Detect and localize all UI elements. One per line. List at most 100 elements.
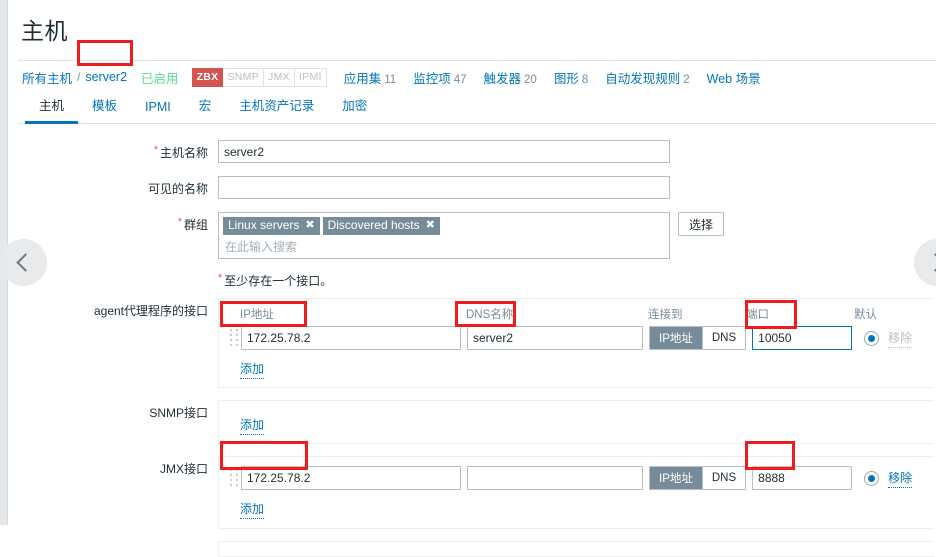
link-triggers[interactable]: 触发器 20 [484, 68, 537, 87]
remove-group-linux-servers-icon[interactable]: ✖ [305, 218, 314, 233]
host-status-label[interactable]: 已启用 [141, 68, 179, 87]
group-chip-discovered-hosts-label: Discovered hosts [327, 218, 420, 232]
jmx-dns-input[interactable] [467, 466, 643, 490]
badge-snmp[interactable]: SNMP [223, 67, 265, 87]
page-root: 主机 所有主机 / server2 已启用 ZBX SNMP JMX IPMI … [0, 0, 936, 557]
interfaces-hint-spacer [18, 272, 218, 289]
column-header-port-agent: 端口 [746, 309, 769, 321]
collapse-sidebar-left-button[interactable] [0, 239, 47, 286]
groups-search-placeholder[interactable]: 在此输入搜索 [223, 235, 665, 255]
snmp-add-interface-link[interactable]: 添加 [240, 416, 265, 435]
badge-jmx[interactable]: JMX [264, 67, 295, 87]
host-name-input[interactable] [218, 140, 670, 163]
link-items-label: 监控项 [413, 71, 451, 86]
agent-port-input[interactable] [752, 326, 853, 350]
link-graphs[interactable]: 图形 8 [554, 68, 588, 87]
select-groups-button[interactable]: 选择 [678, 212, 725, 236]
link-applications-label: 应用集 [343, 71, 382, 86]
label-jmx-interface: JMX接口 [159, 462, 208, 476]
agent-interface-section: agent代理程序的接口 IP地址 DNS名称 连接到 端口 默认 IP地址 D… [18, 298, 936, 388]
remove-group-discovered-hosts-icon[interactable]: ✖ [426, 218, 435, 233]
tab-inventory[interactable]: 主机资产记录 [225, 91, 328, 124]
required-marker-interfaces: * [218, 272, 223, 284]
link-discovery-rules[interactable]: 自动发现规则 2 [605, 68, 689, 87]
jmx-port-input[interactable] [752, 466, 853, 490]
tab-ipmi[interactable]: IPMI [131, 96, 185, 124]
groups-multiselect[interactable]: Linux servers ✖ Discovered hosts ✖ 在此输入搜… [218, 212, 670, 259]
interfaces-hint-text: 至少存在一个接口。 [224, 274, 333, 288]
jmx-connect-to-ip-option[interactable]: IP地址 [650, 467, 702, 489]
link-triggers-label: 触发器 [483, 71, 522, 86]
agent-interface-row: IP地址 DNS 移除 [229, 325, 934, 351]
agent-add-interface-link[interactable]: 添加 [240, 360, 265, 379]
link-items[interactable]: 监控项 47 [413, 68, 466, 87]
link-web-scenarios[interactable]: Web 场景 [707, 68, 761, 87]
field-row-visible-name: 可见的名称 [18, 176, 936, 199]
label-snmp-interface: SNMP接口 [149, 406, 208, 420]
jmx-add-interface-link[interactable]: 添加 [240, 500, 265, 519]
agent-connect-to-ip-option[interactable]: IP地址 [650, 327, 702, 349]
field-row-groups: * 群组 Linux servers ✖ Discovered hosts ✖ 在… [18, 212, 936, 259]
label-groups: * 群组 [18, 212, 218, 233]
agent-default-radio[interactable] [864, 330, 880, 346]
section-spacer-1 [18, 388, 936, 400]
jmx-ip-input[interactable] [241, 466, 461, 490]
snmp-interface-section: SNMP接口 添加 [18, 400, 936, 444]
column-header-connectto-agent: 连接到 [648, 309, 683, 321]
jmx-interface-section: JMX接口 IP地址 DNS 移除 添加 [18, 456, 936, 529]
jmx-default-radio[interactable] [864, 470, 880, 486]
agent-ip-input[interactable] [241, 326, 461, 350]
agent-remove-link: 移除 [888, 329, 913, 348]
link-applications-count: 11 [384, 73, 397, 86]
drag-handle-icon-jmx[interactable] [229, 467, 240, 489]
visible-name-input[interactable] [218, 176, 670, 199]
required-marker-groups: * [177, 216, 182, 228]
tab-templates[interactable]: 模板 [78, 91, 131, 124]
snmp-interface-box: 添加 [218, 400, 934, 444]
agent-connect-to-dns-option[interactable]: DNS [701, 327, 746, 349]
interface-badges: ZBX SNMP JMX IPMI [191, 67, 327, 87]
breadcrumb-all-hosts[interactable]: 所有主机 [22, 68, 72, 87]
agent-dns-input[interactable] [467, 326, 643, 350]
group-chip-linux-servers-label: Linux servers [228, 218, 300, 232]
group-chip-discovered-hosts[interactable]: Discovered hosts ✖ [322, 217, 440, 235]
chevron-left-icon [16, 253, 35, 272]
breadcrumb-current-host: server2 [85, 70, 128, 84]
badge-ipmi[interactable]: IPMI [294, 67, 327, 87]
interfaces-hint: * 至少存在一个接口。 [218, 272, 332, 289]
link-graphs-label: 图形 [553, 71, 579, 86]
host-form: *主机名称 可见的名称 *群组 Linux servers ✖ Di [18, 124, 936, 557]
link-triggers-count: 20 [524, 73, 537, 86]
badge-zbx[interactable]: ZBX [191, 67, 224, 87]
label-agent-interface: agent代理程序的接口 [93, 304, 208, 318]
field-row-host-name: * 主机名称 [18, 140, 936, 163]
tab-bar: 主机 模板 IPMI 宏 主机资产记录 加密 [18, 93, 936, 124]
agent-connect-to-toggle[interactable]: IP地址 DNS [649, 326, 747, 350]
jmx-remove-link[interactable]: 移除 [888, 469, 913, 488]
label-groups-text: 群组 [183, 218, 208, 232]
label-ipmi-interface [18, 541, 218, 545]
groups-chip-list: Linux servers ✖ Discovered hosts ✖ [223, 217, 665, 235]
column-header-default-agent: 默认 [854, 309, 877, 321]
agent-interface-column-headers: IP地址 DNS名称 连接到 端口 默认 [229, 305, 934, 323]
section-spacer-3 [18, 529, 936, 541]
jmx-interface-box: IP地址 DNS 移除 添加 [218, 456, 934, 529]
jmx-interface-row: IP地址 DNS 移除 [229, 465, 934, 491]
tab-host[interactable]: 主机 [25, 91, 79, 124]
column-header-dns-agent: DNS名称 [466, 309, 514, 321]
drag-handle-icon-agent[interactable] [229, 327, 240, 349]
tab-macros[interactable]: 宏 [185, 91, 226, 124]
jmx-connect-to-dns-option[interactable]: DNS [701, 467, 746, 489]
tab-encryption[interactable]: 加密 [328, 91, 381, 124]
label-host-name: * 主机名称 [18, 140, 218, 161]
breadcrumb: 所有主机 / server2 已启用 ZBX SNMP JMX IPMI 应用集… [18, 60, 936, 93]
jmx-connect-to-toggle[interactable]: IP地址 DNS [649, 466, 747, 490]
required-marker-host-name: * [153, 144, 158, 156]
group-chip-linux-servers[interactable]: Linux servers ✖ [223, 217, 320, 235]
link-discovery-rules-label: 自动发现规则 [605, 71, 681, 86]
link-graphs-count: 8 [581, 73, 589, 86]
label-host-name-text: 主机名称 [159, 146, 208, 160]
link-applications[interactable]: 应用集 11 [344, 68, 396, 87]
ipmi-interface-box [218, 541, 934, 557]
agent-interface-box: IP地址 DNS名称 连接到 端口 默认 IP地址 DNS 移 [218, 298, 934, 388]
